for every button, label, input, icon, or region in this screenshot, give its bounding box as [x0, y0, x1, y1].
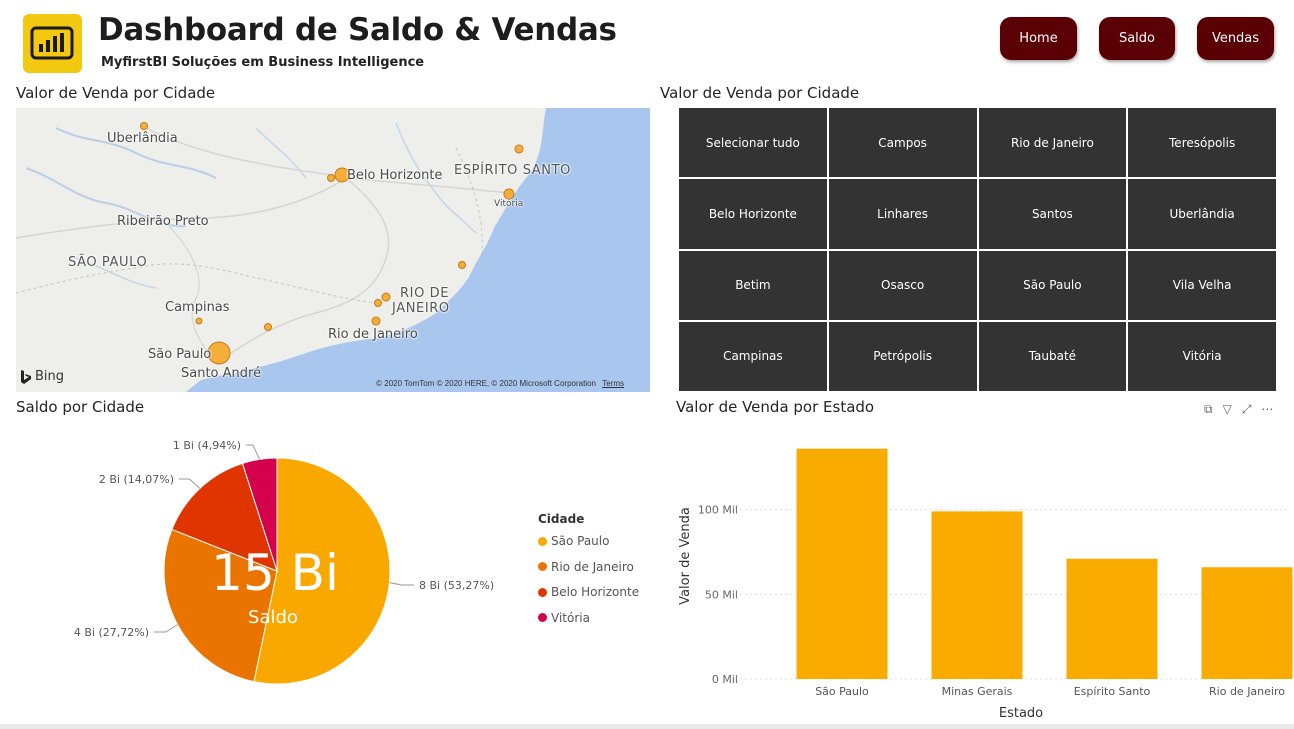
x-tick-label: Rio de Janeiro [1209, 685, 1285, 698]
legend-dot-icon [538, 562, 547, 571]
pie-leader-line [179, 478, 201, 489]
map-label-sao-paulo: São Paulo [148, 347, 212, 362]
page-title: Dashboard de Saldo & Vendas [98, 12, 617, 48]
bing-logo: Bing [20, 369, 64, 384]
x-tick-label: São Paulo [815, 685, 869, 698]
slicer-item[interactable]: Belo Horizonte [679, 179, 827, 249]
bing-label: Bing [35, 369, 65, 384]
slicer-item[interactable]: Osasco [828, 250, 977, 320]
slicer-item[interactable]: Betim [679, 250, 827, 320]
bing-icon [21, 369, 31, 384]
legend-title: Cidade [538, 512, 585, 526]
slicer-item[interactable]: Santos [978, 179, 1127, 249]
pie-data-label: 4 Bi (27,72%) [74, 626, 149, 639]
bar-title: Valor de Venda por Estado [676, 398, 875, 416]
expand-icon[interactable]: ⤢ [1242, 402, 1252, 417]
filter-icon[interactable]: ▽ [1223, 402, 1232, 417]
copy-icon[interactable]: ⧉ [1204, 402, 1213, 417]
city-slicer: Selecionar tudo Campos Rio de Janeiro Teres… [679, 108, 1276, 391]
home-button[interactable]: Home [1000, 17, 1077, 60]
legend-item[interactable]: Belo Horizonte [538, 585, 639, 599]
legend-label: Rio de Janeiro [551, 559, 634, 574]
slicer-item[interactable]: Linhares [828, 179, 977, 249]
vendas-button[interactable]: Vendas [1197, 17, 1274, 60]
map-label-uberlandia: Uberlândia [107, 131, 178, 146]
y-tick-label: 0 Mil [712, 673, 738, 686]
slicer-item[interactable]: Campos [828, 108, 977, 178]
map-label-campinas: Campinas [165, 300, 230, 315]
y-axis-title: Valor de Venda [678, 507, 693, 605]
visual-header-icons: ⧉ ▽ ⤢ ⋯ [1204, 402, 1273, 417]
pie-center-value: 15 Bi [211, 544, 339, 602]
slicer-item[interactable]: Vitória [1128, 321, 1276, 391]
saldo-button[interactable]: Saldo [1099, 17, 1175, 60]
slicer-item[interactable]: Uberlândia [1128, 179, 1276, 249]
pie-data-label: 1 Bi (4,94%) [173, 439, 241, 452]
bar[interactable] [796, 448, 888, 679]
page-subtitle: MyfirstBI Soluções em Business Intellige… [101, 55, 425, 70]
slicer-item[interactable]: Campinas [679, 321, 827, 391]
map-label-espirito-santo: ESPÍRITO SANTO [454, 163, 571, 178]
map-label-rio-state-line1: RIO DE [400, 286, 450, 301]
pie-title: Saldo por Cidade [16, 398, 145, 416]
legend-dot-icon [538, 536, 547, 546]
legend-dot-icon [538, 613, 547, 622]
pie-leader-line [246, 444, 260, 460]
map-label-vitoria: Vitória [494, 199, 524, 209]
slicer-item[interactable]: Vila Velha [1128, 250, 1276, 320]
y-tick-label: 100 Mil [698, 504, 738, 517]
terms-link[interactable]: Terms [602, 379, 624, 388]
power-bi-logo-icon [23, 14, 82, 73]
slicer-item[interactable]: Rio de Janeiro [978, 108, 1127, 178]
legend-dot-icon [538, 587, 547, 597]
legend-item[interactable]: Vitória [538, 611, 590, 625]
map-label-rio-state-line2: JANEIRO [392, 301, 450, 316]
sales-by-state-bar-chart[interactable]: 0 Mil 50 Mil 100 Mil São Paulo Minas Gerais E… [660, 420, 1294, 725]
pie-leader-line [154, 624, 178, 633]
pie-center-label: Saldo [248, 607, 298, 628]
bar[interactable] [1066, 558, 1158, 679]
page-tabs-bar [0, 724, 1294, 729]
city-sales-map[interactable]: Uberlândia Belo Horizonte ESPÍRITO SANTO… [16, 108, 650, 392]
pie-data-label: 8 Bi (53,27%) [419, 579, 494, 592]
x-axis-title: Estado [999, 706, 1043, 721]
map-background [16, 108, 650, 392]
legend-label: Belo Horizonte [551, 585, 640, 599]
pie-data-label: 2 Bi (14,07%) [99, 473, 174, 486]
more-icon[interactable]: ⋯ [1261, 402, 1273, 417]
map-label-santo-andre: Santo André [181, 366, 262, 381]
x-tick-label: Espírito Santo [1074, 685, 1151, 698]
copyright-text: © 2020 TomTom © 2020 HERE, © 2020 Micros… [376, 379, 596, 388]
bar[interactable] [1201, 567, 1293, 679]
legend-item[interactable]: Rio de Janeiro [538, 560, 634, 574]
bar[interactable] [931, 511, 1023, 679]
map-label-rio-de-janeiro: Rio de Janeiro [328, 327, 418, 342]
slicer-item[interactable]: São Paulo [978, 250, 1127, 320]
pie-leader-line [389, 582, 414, 586]
legend-label: Vitória [551, 610, 590, 625]
map-title: Valor de Venda por Cidade [16, 84, 216, 102]
map-label-sao-paulo-state: SÃO PAULO [68, 255, 148, 270]
legend-item[interactable]: São Paulo [538, 534, 609, 548]
map-label-belo-horizonte: Belo Horizonte [347, 168, 443, 183]
legend-label: São Paulo [551, 534, 610, 548]
slicer-title: Valor de Venda por Cidade [660, 84, 860, 102]
slicer-item[interactable]: Selecionar tudo [679, 108, 827, 178]
map-copyright: © 2020 TomTom © 2020 HERE, © 2020 Micros… [376, 379, 624, 388]
map-label-ribeirao-preto: Ribeirão Preto [117, 214, 209, 229]
slicer-item[interactable]: Taubaté [978, 321, 1127, 391]
x-tick-label: Minas Gerais [942, 685, 1013, 698]
slicer-item[interactable]: Petrópolis [828, 321, 977, 391]
y-tick-label: 50 Mil [705, 588, 738, 601]
slicer-item[interactable]: Teresópolis [1128, 108, 1276, 178]
